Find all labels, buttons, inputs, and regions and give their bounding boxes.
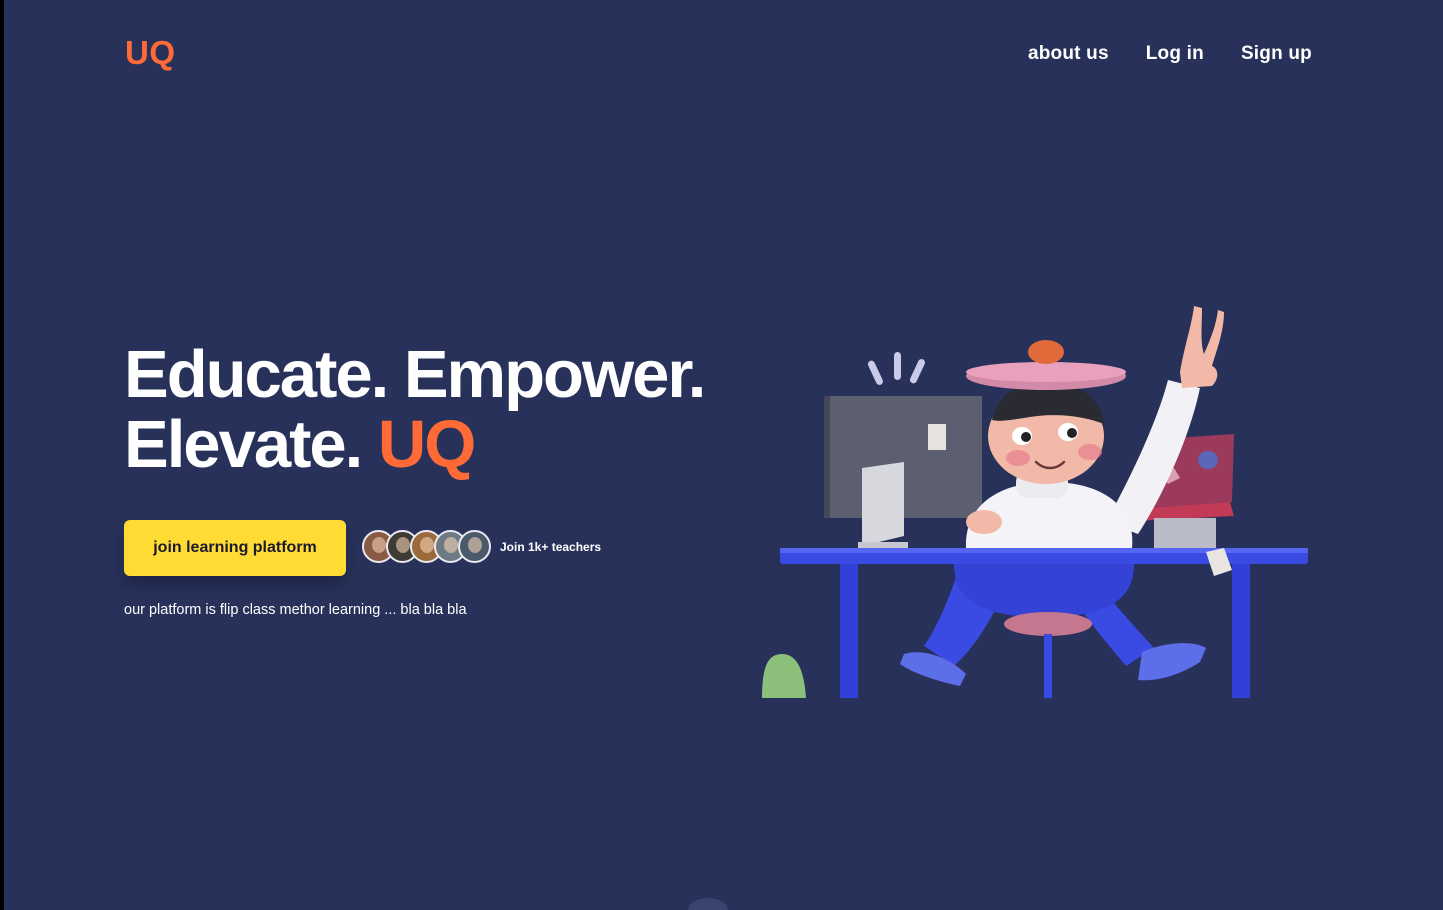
top-nav: about us Log in Sign up — [1028, 43, 1312, 65]
headline-accent: UQ — [377, 407, 476, 482]
landing-page: UQ about us Log in Sign up Educate. Empo… — [4, 0, 1443, 910]
hero-headline: Educate. Empower. Elevate. UQ — [124, 337, 706, 482]
headline-line-1: Educate. Empower. — [124, 337, 706, 412]
teacher-avatars — [362, 530, 491, 563]
hero-tagline: our platform is flip class methor learni… — [124, 602, 467, 618]
teachers-count-label: Join 1k+ teachers — [500, 540, 602, 554]
avatar — [458, 530, 491, 563]
scroll-indicator — [688, 898, 728, 910]
nav-sign-up[interactable]: Sign up — [1241, 43, 1312, 65]
nav-log-in[interactable]: Log in — [1146, 43, 1204, 65]
monitor-icon — [824, 396, 982, 548]
hero-illustration — [762, 306, 1308, 698]
join-learning-platform-button[interactable]: join learning platform — [124, 520, 346, 576]
logo[interactable]: UQ — [125, 34, 176, 72]
headline-line-2: Elevate. — [124, 407, 363, 482]
plant-icon — [762, 654, 806, 698]
nav-about-us[interactable]: about us — [1028, 43, 1109, 65]
